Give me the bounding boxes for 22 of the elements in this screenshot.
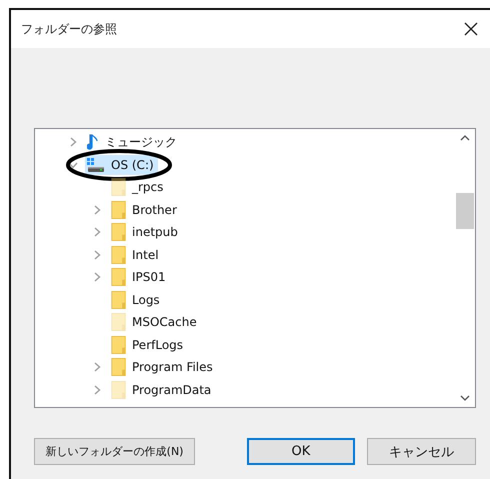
window-title: フォルダーの参照 bbox=[21, 20, 117, 38]
tree-item[interactable]: IPS01 bbox=[109, 267, 170, 288]
tree-item[interactable]: OS (C:) bbox=[85, 154, 158, 175]
scroll-up-icon[interactable] bbox=[460, 135, 470, 141]
tree-item[interactable]: Brother bbox=[109, 200, 181, 220]
dialog-button[interactable]: 新しいフォルダーの作成(N) bbox=[34, 438, 196, 465]
close-icon[interactable] bbox=[464, 22, 478, 36]
scroll-down-icon[interactable] bbox=[460, 395, 470, 401]
tree-item[interactable]: ProgramData bbox=[109, 380, 216, 400]
scroll-thumb[interactable] bbox=[456, 193, 474, 229]
tree-item[interactable]: PerfLogs bbox=[109, 334, 188, 355]
tree-item[interactable]: _rpcs bbox=[109, 177, 168, 198]
tree-item[interactable]: MSOCache bbox=[109, 312, 201, 332]
tree-item[interactable]: Intel bbox=[109, 244, 163, 265]
tree-item[interactable]: ミュージック bbox=[85, 132, 181, 152]
tree-item[interactable]: Logs bbox=[109, 290, 164, 310]
dialog-button[interactable]: OK bbox=[247, 438, 355, 465]
drive-icon bbox=[87, 156, 105, 173]
music-note-icon bbox=[87, 134, 99, 150]
tree-item[interactable]: inetpub bbox=[109, 222, 182, 242]
tree-item[interactable]: Program Files bbox=[109, 357, 217, 378]
dialog-button[interactable]: キャンセル bbox=[366, 438, 476, 465]
